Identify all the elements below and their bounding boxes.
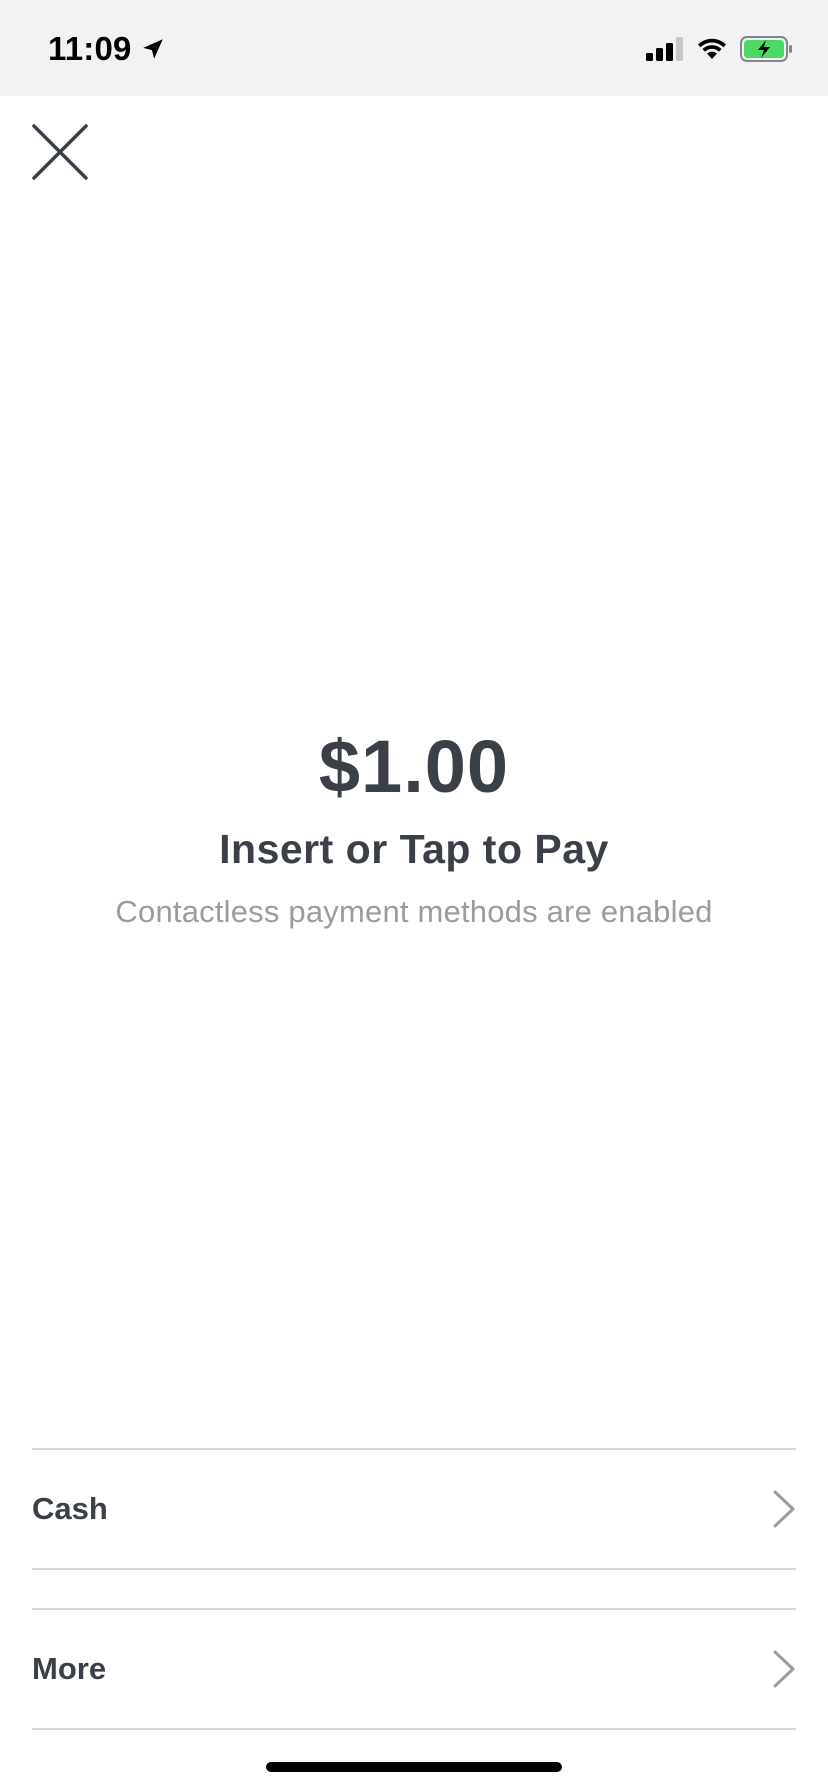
option-more[interactable]: More [32, 1608, 796, 1730]
chevron-right-icon [773, 1650, 795, 1688]
payment-screen: 11:09 $1.00 Insert or Tap to Pay Contact… [0, 0, 828, 1792]
payment-prompt: Insert or Tap to Pay [219, 826, 609, 872]
option-label: More [32, 1651, 107, 1686]
status-bar: 11:09 [0, 0, 828, 96]
payment-amount: $1.00 [318, 725, 510, 808]
home-indicator[interactable] [266, 1762, 562, 1772]
status-icons [646, 36, 794, 62]
status-time: 11:09 [48, 30, 132, 67]
close-button[interactable] [30, 122, 90, 182]
wifi-icon [698, 38, 726, 59]
close-icon [32, 124, 88, 180]
signal-icon [646, 37, 683, 61]
chevron-right-icon [773, 1490, 795, 1528]
battery-charging-icon [740, 36, 792, 62]
option-cash[interactable]: Cash [32, 1448, 796, 1570]
option-label: Cash [32, 1491, 108, 1526]
location-arrow-icon [142, 39, 163, 59]
payment-subtitle: Contactless payment methods are enabled [115, 894, 713, 929]
status-time-group: 11:09 [48, 30, 166, 68]
